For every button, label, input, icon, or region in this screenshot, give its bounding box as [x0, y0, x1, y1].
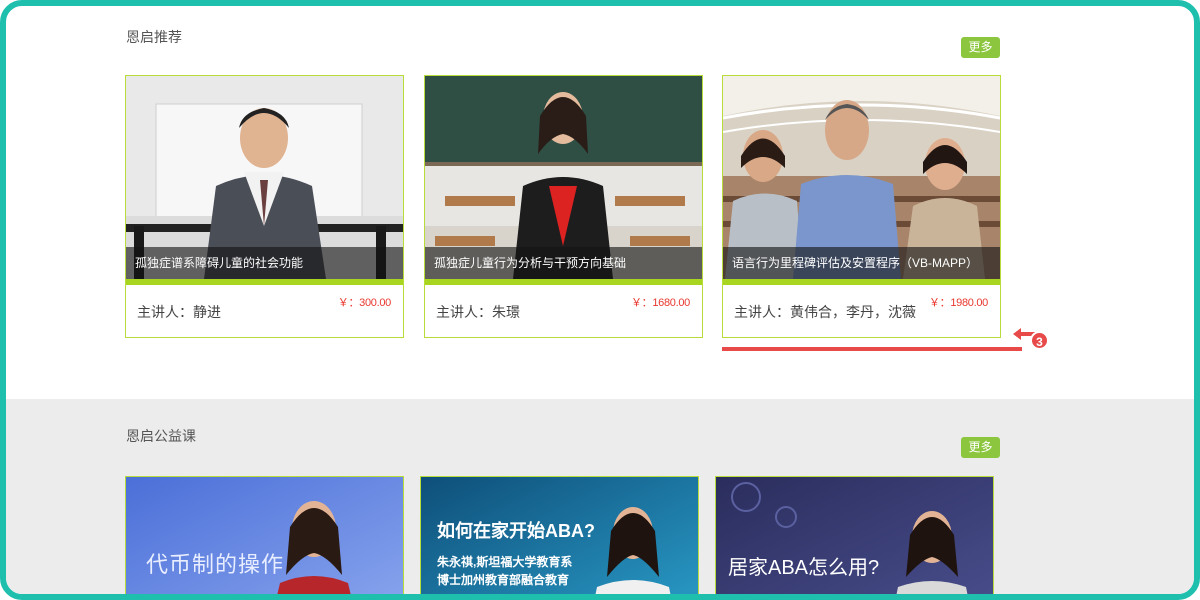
course-thumbnail-3[interactable]: 语言行为里程碑评估及安置程序（VB-MAPP）: [723, 76, 1000, 279]
recommend-more-button[interactable]: 更多: [961, 37, 1000, 58]
page-frame: 恩启推荐 更多 孤独症谱系障碍儿童的社会功能 主讲人：静进 ￥：300.00 孤…: [0, 0, 1200, 600]
free-course-overlay-title-2: 如何在家开始ABA?: [437, 521, 595, 541]
course-caption-1[interactable]: 孤独症谱系障碍儿童的社会功能: [126, 247, 403, 279]
course-price-3: ￥：1980.00: [928, 297, 988, 309]
course-card-2[interactable]: 孤独症儿童行为分析与干预方向基础 主讲人：朱璟 ￥：1680.00: [424, 75, 703, 338]
course-caption-3[interactable]: 语言行为里程碑评估及安置程序（VB-MAPP）: [723, 247, 1000, 279]
thumb-divider-2: [425, 279, 702, 285]
course-lecturer-1: 主讲人：静进: [137, 304, 221, 320]
course-card-3[interactable]: 语言行为里程碑评估及安置程序（VB-MAPP） 主讲人：黄伟合，李丹，沈薇 ￥：…: [722, 75, 1001, 338]
course-caption-2[interactable]: 孤独症儿童行为分析与干预方向基础: [425, 247, 702, 279]
free-course-card-2[interactable]: 如何在家开始ABA? 朱永祺,斯坦福大学教育系 博士加州教育部融合教育: [420, 476, 699, 594]
course-lecturer-2: 主讲人：朱璟: [436, 304, 520, 320]
course-card-1[interactable]: 孤独症谱系障碍儿童的社会功能 主讲人：静进 ￥：300.00: [125, 75, 404, 338]
free-courses-section: 恩启公益课 更多 代币制的操作 如何在家开始ABA? 朱永祺,斯坦福大学教育系 …: [6, 399, 1194, 594]
free-course-thumbnail-3: [716, 477, 993, 594]
free-course-overlay-sub1-2: 朱永祺,斯坦福大学教育系: [437, 555, 573, 569]
thumb-divider-1: [126, 279, 403, 285]
recommend-section-title: 恩启推荐: [126, 29, 182, 45]
free-course-overlay-3: 居家ABA怎么用?: [728, 557, 880, 579]
free-course-overlay-sub2-2: 博士加州教育部融合教育: [437, 573, 570, 587]
annotation-badge: 3: [1030, 331, 1049, 350]
course-lecturer-3: 主讲人：黄伟合，李丹，沈薇: [734, 304, 916, 320]
annotation-underline: [722, 347, 1022, 351]
thumb-divider-3: [723, 279, 1000, 285]
course-thumbnail-2[interactable]: 孤独症儿童行为分析与干预方向基础: [425, 76, 702, 279]
free-course-card-3[interactable]: 居家ABA怎么用?: [715, 476, 994, 594]
free-course-thumbnail-1: [126, 477, 403, 594]
course-thumbnail-1[interactable]: 孤独症谱系障碍儿童的社会功能: [126, 76, 403, 279]
free-course-overlay-1: 代币制的操作: [146, 552, 285, 577]
course-price-1: ￥：300.00: [337, 297, 392, 309]
free-course-card-1[interactable]: 代币制的操作: [125, 476, 404, 594]
free-section-title: 恩启公益课: [126, 428, 196, 444]
course-price-2: ￥：1680.00: [630, 297, 690, 309]
free-more-button[interactable]: 更多: [961, 437, 1000, 458]
